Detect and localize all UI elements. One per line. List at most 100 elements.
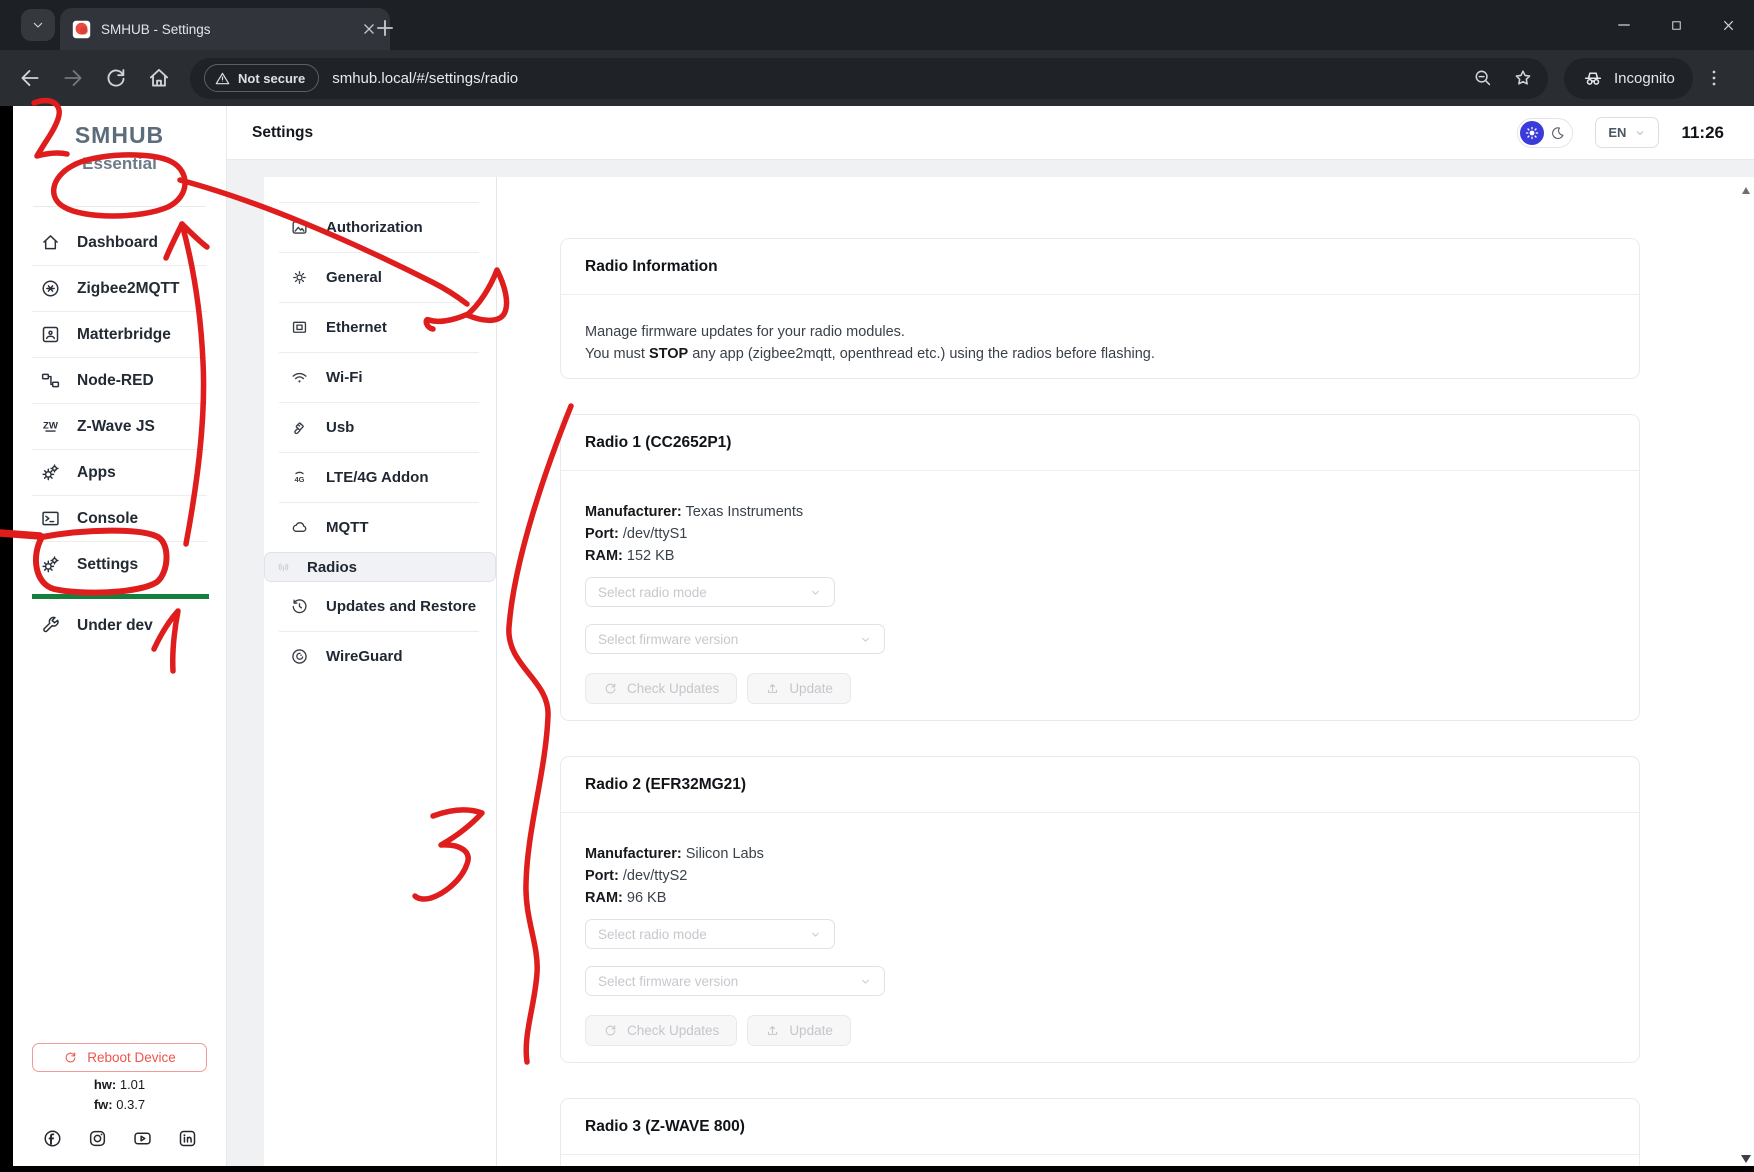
monitor-icon [290, 318, 309, 337]
facebook-icon[interactable] [42, 1128, 63, 1149]
gear-icon [290, 268, 309, 287]
firmware-version-select-placeholder: Select firmware version [598, 632, 859, 647]
settings-nav-item-usb[interactable]: Usb [264, 403, 496, 452]
close-icon [1720, 17, 1737, 34]
radio-port-label: Port: [585, 526, 619, 542]
settings-nav-label: Wi-Fi [326, 369, 363, 386]
browser-tab[interactable]: SMHUB - Settings [60, 8, 390, 50]
sidebar-item-dashboard[interactable]: Dashboard [13, 220, 226, 265]
svg-text:4G: 4G [294, 475, 304, 484]
back-button[interactable] [17, 65, 43, 91]
wifi-icon [290, 368, 309, 387]
clock: 11:26 [1681, 123, 1724, 143]
settings-nav: Authorization General Ethernet Wi-Fi Usb 4G LT… [264, 177, 497, 1172]
maximize-button[interactable] [1650, 7, 1702, 43]
lte-icon: 4G [290, 468, 309, 487]
new-tab-button[interactable] [372, 15, 398, 41]
sidebar-item-label: Apps [77, 464, 116, 482]
minimize-button[interactable] [1598, 7, 1650, 43]
settings-nav-item-wi-fi[interactable]: Wi-Fi [264, 353, 496, 402]
reboot-device-button[interactable]: Reboot Device [32, 1043, 207, 1072]
settings-nav-label: Radios [307, 559, 357, 576]
scrollbar[interactable] [1739, 177, 1754, 1166]
settings-nav-item-authorization[interactable]: Authorization [264, 203, 496, 252]
forward-button[interactable] [60, 65, 86, 91]
scroll-down-arrow-icon[interactable] [1741, 1155, 1751, 1163]
check-updates-button[interactable]: Check Updates [585, 673, 737, 704]
sidebar-item-node-red[interactable]: Node-RED [13, 358, 226, 403]
zoom-page-icon[interactable] [1472, 67, 1494, 89]
scroll-up-arrow-icon[interactable] [1742, 187, 1750, 194]
check-updates-label: Check Updates [627, 681, 719, 696]
image-icon [290, 218, 309, 237]
settings-nav-item-lte-4g-addon[interactable]: 4G LTE/4G Addon [264, 453, 496, 502]
zwave-icon: ZW [40, 416, 61, 437]
radio-card-header: Radio 1 (CC2652P1) [561, 415, 1639, 471]
sidebar-item-zigbee2mqtt[interactable]: Zigbee2MQTT [13, 266, 226, 311]
settings-nav-item-general[interactable]: General [264, 253, 496, 302]
radio-port-value: /dev/ttyS2 [619, 868, 688, 884]
reload-button[interactable] [103, 65, 129, 91]
instagram-icon[interactable] [87, 1128, 108, 1149]
wireguard-icon [290, 647, 309, 666]
cloud-icon [290, 518, 309, 537]
update-button[interactable]: Update [747, 1015, 851, 1046]
sidebar-item-under-dev[interactable]: Under dev [13, 603, 226, 648]
language-select[interactable]: EN [1595, 117, 1659, 148]
radio-card-title: Radio 3 (Z-WAVE 800) [585, 1118, 745, 1136]
dark-theme-button[interactable] [1546, 121, 1570, 145]
chevron-down-icon [1634, 127, 1646, 139]
settings-nav-label: General [326, 269, 382, 286]
radio-manufacturer: Manufacturer: Silicon Labs [585, 843, 1615, 865]
radio-buttons: Check Updates Update [585, 673, 1615, 704]
radio-card-header: Radio 2 (EFR32MG21) [561, 757, 1639, 813]
light-theme-button[interactable] [1520, 121, 1544, 145]
url-text[interactable]: smhub.local/#/settings/radio [332, 70, 1454, 87]
console-icon [40, 508, 61, 529]
sidebar-item-matterbridge[interactable]: Matterbridge [13, 312, 226, 357]
radio-mode-select[interactable]: Select radio mode [585, 919, 835, 949]
settings-nav-label: Authorization [326, 219, 423, 236]
sidebar-item-console[interactable]: Console [13, 496, 226, 541]
settings-nav-item-updates-and-restore[interactable]: Updates and Restore [264, 582, 496, 631]
radio-mode-select[interactable]: Select radio mode [585, 577, 835, 607]
settings-nav-label: Ethernet [326, 319, 387, 336]
sidebar-item-apps[interactable]: Apps [13, 450, 226, 495]
linkedin-icon[interactable] [177, 1128, 198, 1149]
radio-card-header: Radio 3 (Z-WAVE 800) [561, 1099, 1639, 1155]
address-bar[interactable]: Not secure smhub.local/#/settings/radio [190, 58, 1548, 99]
browser-menu-button[interactable] [1703, 67, 1725, 89]
theme-toggle[interactable] [1517, 118, 1573, 148]
sidebar-item-z-wave-js[interactable]: ZWZ-Wave JS [13, 404, 226, 449]
sidebar-item-label: Matterbridge [77, 326, 171, 344]
settings-nav-label: LTE/4G Addon [326, 469, 429, 486]
radio-cards: Radio 1 (CC2652P1)Manufacturer: Texas In… [497, 414, 1739, 1172]
check-updates-button[interactable]: Check Updates [585, 1015, 737, 1046]
desktop-edge-left [0, 106, 13, 1172]
bookmark-star-icon[interactable] [1512, 67, 1534, 89]
home-button[interactable] [146, 65, 172, 91]
not-secure-badge[interactable]: Not secure [204, 64, 319, 92]
sidebar-item-label: Node-RED [77, 372, 154, 390]
firmware-version-select[interactable]: Select firmware version [585, 966, 885, 996]
chevron-down-icon [809, 586, 822, 599]
settings-nav-item-ethernet[interactable]: Ethernet [264, 303, 496, 352]
firmware-version-select[interactable]: Select firmware version [585, 624, 885, 654]
chevron-down-icon [859, 633, 872, 646]
settings-nav-item-wireguard[interactable]: WireGuard [264, 632, 496, 681]
settings-nav-item-radios[interactable]: Radios [264, 552, 496, 582]
reload-icon [603, 681, 618, 696]
sidebar-item-settings[interactable]: Settings [13, 542, 226, 587]
radio-port: Port: /dev/ttyS1 [585, 523, 1615, 545]
radio-ram: RAM: 96 KB [585, 887, 1615, 909]
tab-search-button[interactable] [21, 9, 55, 41]
radio-manufacturer-value: Silicon Labs [682, 846, 764, 862]
moon-icon [1550, 125, 1566, 141]
reload-icon [63, 1050, 78, 1065]
firmware-version-select-placeholder: Select firmware version [598, 974, 859, 989]
youtube-icon[interactable] [132, 1128, 153, 1149]
brand-logo: SMHUB Essential [13, 122, 226, 174]
close-window-button[interactable] [1702, 7, 1754, 43]
settings-nav-item-mqtt[interactable]: MQTT [264, 503, 496, 552]
update-button[interactable]: Update [747, 673, 851, 704]
